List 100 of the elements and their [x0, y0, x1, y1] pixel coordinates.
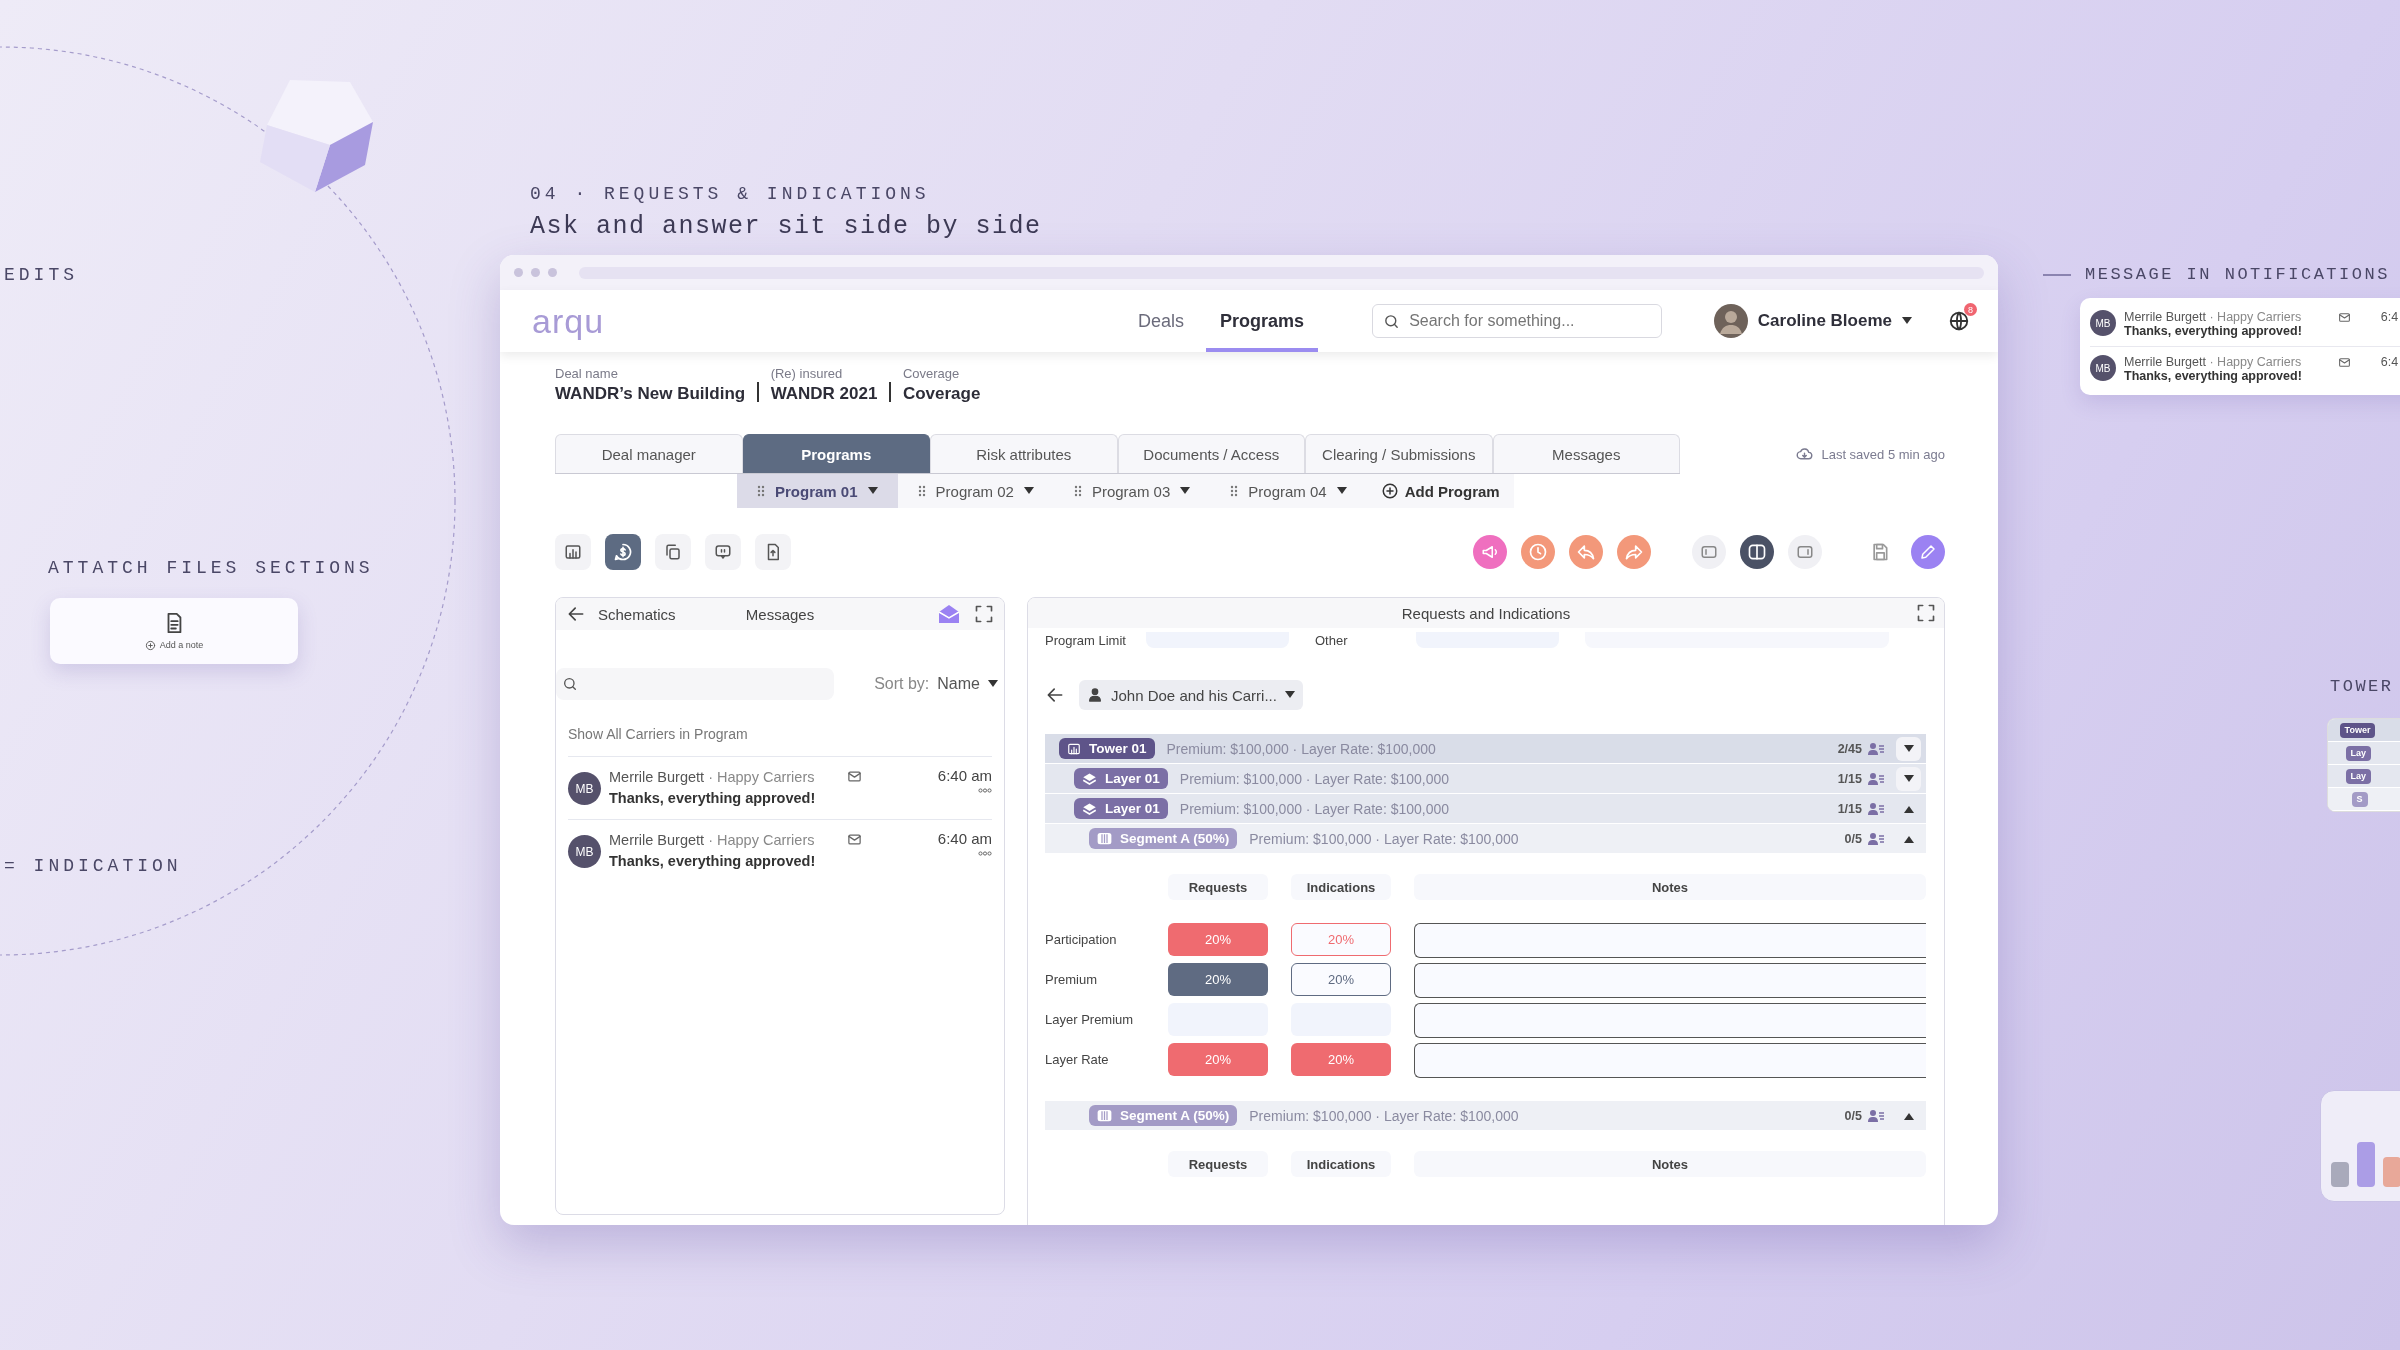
- annotation-label: = INDICATION: [4, 856, 182, 876]
- view-tool-button[interactable]: [555, 534, 591, 570]
- notes-field[interactable]: [1414, 1003, 1926, 1038]
- tree-row[interactable]: Segment A (50%) Premium: $100,000 · Layer Rate: $100,000 0/5: [1045, 824, 1926, 853]
- carrier-count: 1/15: [1837, 771, 1862, 786]
- drag-handle-icon: [917, 485, 926, 497]
- field-label: (Re) insured: [770, 366, 844, 381]
- view-tool-button[interactable]: [605, 534, 641, 570]
- row-label: Layer Premium: [1045, 1011, 1135, 1029]
- columns-icon: [1097, 1109, 1112, 1122]
- row-label: Participation: [1045, 931, 1118, 949]
- caret-icon: [1284, 691, 1295, 699]
- notification-time: 6:4: [2380, 310, 2399, 324]
- message-row[interactable]: MB Merrile Burgett · Happy Carriers Thanks, everything approved! 6:40 am: [568, 819, 992, 882]
- tree-badge: Lay: [2345, 768, 2372, 784]
- user-name[interactable]: Caroline Bloeme: [1757, 311, 1892, 331]
- view-tool-button[interactable]: [655, 534, 691, 570]
- tab[interactable]: Deal manager: [555, 434, 743, 473]
- back-link[interactable]: Schematics: [598, 605, 676, 623]
- nav-tab[interactable]: Programs: [1206, 290, 1319, 352]
- annotation-label: ATTATCH FILES SECTIONS: [48, 558, 374, 578]
- search-field[interactable]: Search for something...: [1372, 304, 1663, 338]
- show-all-link[interactable]: Show All Carriers in Program: [568, 726, 1004, 742]
- pencil-icon: [1919, 543, 1937, 561]
- people-icon: [1868, 741, 1884, 756]
- column-header: Notes: [1414, 874, 1926, 900]
- caret-icon: [1903, 804, 1914, 813]
- action-button[interactable]: [1569, 535, 1603, 569]
- panel-title: Messages: [745, 605, 815, 623]
- notes-field[interactable]: [1414, 963, 1926, 998]
- program-tab[interactable]: Program 01: [737, 474, 898, 508]
- program-tab[interactable]: Program 04: [1210, 474, 1367, 508]
- layout-button[interactable]: [1740, 535, 1774, 569]
- notification-badge: 8: [1964, 303, 1977, 316]
- search-icon: [562, 676, 578, 692]
- field-value: WANDR 2021: [770, 384, 878, 404]
- action-button[interactable]: [1473, 535, 1507, 569]
- nav-tab[interactable]: Deals: [1124, 290, 1199, 352]
- last-saved-text: Last saved 5 min ago: [1821, 446, 1945, 462]
- drag-handle-icon: [1073, 485, 1082, 497]
- caret-icon: [1023, 487, 1034, 495]
- column-header: Indications: [1291, 1151, 1391, 1177]
- tab[interactable]: Messages: [1492, 434, 1680, 473]
- view-tool-button[interactable]: [705, 534, 741, 570]
- tree-badge: Segment A (50%): [1089, 1105, 1238, 1126]
- add-note-label: Add a note: [159, 640, 204, 650]
- action-button[interactable]: [1617, 535, 1651, 569]
- row-details: Premium: $100,000 · Layer Rate: $100,000: [1249, 830, 1519, 847]
- carrier-count: 0/5: [1844, 831, 1862, 846]
- indication-cell[interactable]: 20%: [1291, 963, 1391, 996]
- copy-icon: [664, 543, 682, 561]
- annotation-label: EDITS: [4, 265, 78, 285]
- drag-handle-icon: [757, 485, 765, 497]
- message-row[interactable]: MB Merrile Burgett · Happy Carriers Thanks, everything approved! 6:40 am: [568, 756, 992, 819]
- globe-icon: [1948, 310, 1970, 332]
- more-icon[interactable]: [978, 788, 992, 793]
- tab[interactable]: Documents / Access: [1117, 434, 1305, 473]
- field-label: Program Limit: [1045, 633, 1127, 648]
- caret-icon: [1336, 487, 1347, 495]
- notes-field[interactable]: [1414, 1043, 1926, 1078]
- mail-icon: [847, 769, 863, 784]
- tree-row[interactable]: Tower 01 Premium: $100,000 · Layer Rate: $100,000 2/45: [1045, 734, 1926, 763]
- tab[interactable]: Clearing / Submissions: [1305, 434, 1493, 473]
- more-icon[interactable]: [978, 851, 992, 856]
- columns-icon: [1097, 832, 1112, 845]
- mail-icon: [2337, 356, 2351, 369]
- caret-icon: [1903, 744, 1914, 753]
- search-field[interactable]: [556, 668, 834, 700]
- search-icon: [1383, 313, 1401, 330]
- sort-dropdown[interactable]: Sort by: Name: [874, 675, 998, 693]
- edit-button[interactable]: [1911, 535, 1945, 569]
- tab[interactable]: Programs: [742, 434, 930, 473]
- layout-button[interactable]: [1692, 535, 1726, 569]
- carrier-dropdown[interactable]: John Doe and his Carri...: [1079, 680, 1303, 710]
- tree-row[interactable]: Layer 01 Premium: $100,000 · Layer Rate: $100,000 1/15: [1045, 764, 1926, 793]
- carrier-count: 1/15: [1837, 801, 1862, 816]
- forward-icon: [1624, 542, 1644, 562]
- tab[interactable]: Risk attributes: [930, 434, 1118, 473]
- caret-icon: [1180, 487, 1191, 495]
- request-cell[interactable]: 20%: [1168, 963, 1268, 996]
- message-text: Merrile Burgett · Happy Carriers Thanks, everything approved!: [609, 831, 816, 871]
- view-tool-button[interactable]: [755, 534, 791, 570]
- note-card[interactable]: Add a note: [50, 598, 298, 664]
- add-program-button[interactable]: Add Program: [1366, 474, 1514, 508]
- expand-icon: [974, 604, 994, 624]
- drag-handle-icon: [1230, 485, 1239, 497]
- program-tab[interactable]: Program 02: [897, 474, 1054, 508]
- layout-button[interactable]: [1788, 535, 1822, 569]
- layers-icon: [1082, 801, 1097, 816]
- expand-toggle[interactable]: [1896, 766, 1921, 791]
- action-button[interactable]: [1521, 535, 1555, 569]
- program-tab[interactable]: Program 03: [1053, 474, 1211, 508]
- avatar: [1713, 304, 1748, 338]
- notes-field[interactable]: [1414, 923, 1926, 958]
- message-time: 6:40 am: [937, 830, 992, 847]
- caret-icon: [1903, 834, 1914, 843]
- expand-toggle[interactable]: [1896, 736, 1921, 761]
- tree-row[interactable]: Layer 01 Premium: $100,000 · Layer Rate: $100,000 1/15: [1045, 794, 1926, 823]
- comment-icon: [714, 543, 732, 561]
- tree-row[interactable]: Segment A (50%) Premium: $100,000 · Layer Rate: $100,000 0/5: [1045, 1101, 1926, 1130]
